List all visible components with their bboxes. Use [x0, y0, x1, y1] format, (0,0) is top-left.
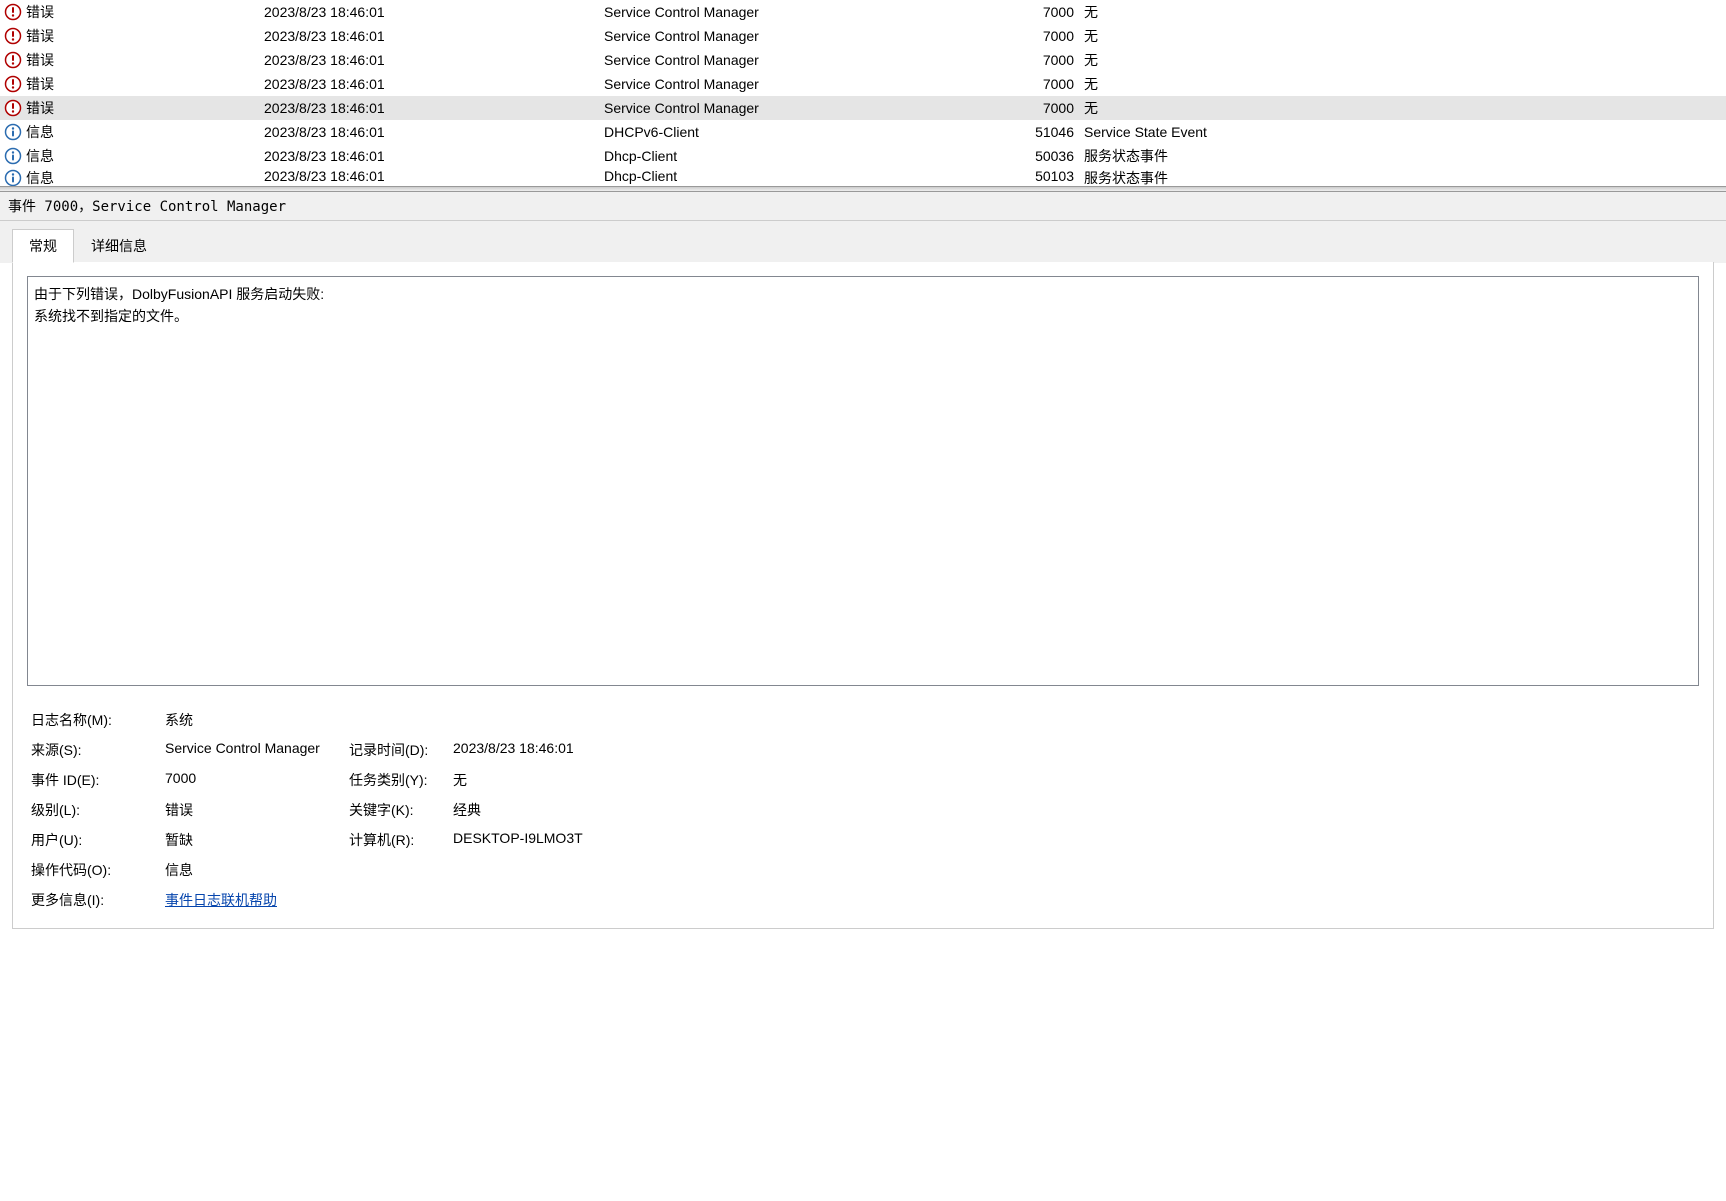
event-row[interactable]: 错误 2023/8/23 18:46:01Service Control Mana… — [0, 72, 1726, 96]
label-task-category: 任务类别(Y): — [349, 770, 449, 790]
tab-general[interactable]: 常规 — [12, 229, 74, 263]
label-logged: 记录时间(D): — [349, 740, 449, 760]
label-keywords: 关键字(K): — [349, 800, 449, 820]
error-icon — [4, 99, 22, 117]
value-more-info: 事件日志联机帮助 — [165, 890, 1695, 910]
event-row[interactable]: 错误 2023/8/23 18:46:01Service Control Mana… — [0, 96, 1726, 120]
label-source: 来源(S): — [31, 740, 161, 760]
event-level-text: 错误 — [26, 74, 54, 94]
event-properties-grid: 日志名称(M): 系统 来源(S): Service Control Manag… — [27, 706, 1699, 914]
event-id: 50036 — [974, 148, 1084, 164]
value-keywords: 经典 — [453, 800, 1695, 820]
value-log-name: 系统 — [165, 710, 1695, 730]
event-row[interactable]: 信息 2023/8/23 18:46:01Dhcp-Client50103服务状态… — [0, 168, 1726, 186]
event-id: 7000 — [974, 76, 1084, 92]
event-level-text: 错误 — [26, 2, 54, 22]
event-source: Service Control Manager — [604, 76, 974, 92]
value-source: Service Control Manager — [165, 740, 345, 760]
label-event-id: 事件 ID(E): — [31, 770, 161, 790]
event-date: 2023/8/23 18:46:01 — [264, 168, 604, 184]
event-category: 无 — [1084, 74, 1726, 94]
value-task-category: 无 — [453, 770, 1695, 790]
label-user: 用户(U): — [31, 830, 161, 850]
label-opcode: 操作代码(O): — [31, 860, 161, 880]
event-date: 2023/8/23 18:46:01 — [264, 28, 604, 44]
event-row[interactable]: 信息 2023/8/23 18:46:01Dhcp-Client50036服务状态… — [0, 144, 1726, 168]
event-level-text: 错误 — [26, 98, 54, 118]
event-source: Service Control Manager — [604, 100, 974, 116]
event-detail-header: 事件 7000，Service Control Manager — [0, 192, 1726, 221]
event-category: 服务状态事件 — [1084, 146, 1726, 166]
info-icon — [4, 169, 22, 186]
event-source: Service Control Manager — [604, 4, 974, 20]
event-category: 服务状态事件 — [1084, 168, 1726, 186]
label-computer: 计算机(R): — [349, 830, 449, 850]
event-date: 2023/8/23 18:46:01 — [264, 4, 604, 20]
event-level-text: 信息 — [26, 146, 54, 166]
value-opcode: 信息 — [165, 860, 1695, 880]
event-id: 7000 — [974, 4, 1084, 20]
value-event-id: 7000 — [165, 770, 345, 790]
event-log-online-help-link[interactable]: 事件日志联机帮助 — [165, 892, 277, 908]
value-user: 暂缺 — [165, 830, 345, 850]
value-computer: DESKTOP-I9LMO3T — [453, 830, 1695, 850]
event-source: Service Control Manager — [604, 28, 974, 44]
event-level-text: 错误 — [26, 50, 54, 70]
event-row[interactable]: 错误 2023/8/23 18:46:01Service Control Mana… — [0, 0, 1726, 24]
event-date: 2023/8/23 18:46:01 — [264, 52, 604, 68]
event-row[interactable]: 信息 2023/8/23 18:46:01DHCPv6-Client51046Se… — [0, 120, 1726, 144]
event-id: 50103 — [974, 168, 1084, 184]
event-id: 7000 — [974, 52, 1084, 68]
info-icon — [4, 123, 22, 141]
event-level-text: 错误 — [26, 26, 54, 46]
event-id: 7000 — [974, 100, 1084, 116]
error-icon — [4, 27, 22, 45]
info-icon — [4, 147, 22, 165]
event-category: 无 — [1084, 2, 1726, 22]
label-more-info: 更多信息(I): — [31, 890, 161, 910]
detail-tabs: 常规 详细信息 — [0, 221, 1726, 263]
event-source: Dhcp-Client — [604, 168, 974, 184]
tab-details[interactable]: 详细信息 — [74, 229, 164, 263]
event-level-text: 信息 — [26, 122, 54, 142]
error-icon — [4, 51, 22, 69]
event-row[interactable]: 错误 2023/8/23 18:46:01Service Control Mana… — [0, 24, 1726, 48]
event-date: 2023/8/23 18:46:01 — [264, 76, 604, 92]
event-date: 2023/8/23 18:46:01 — [264, 124, 604, 140]
event-category: Service State Event — [1084, 124, 1726, 140]
event-source: Dhcp-Client — [604, 148, 974, 164]
value-level: 错误 — [165, 800, 345, 820]
event-category: 无 — [1084, 50, 1726, 70]
event-id: 51046 — [974, 124, 1084, 140]
tab-panel-general: 由于下列错误，DolbyFusionAPI 服务启动失败: 系统找不到指定的文件… — [12, 262, 1714, 929]
event-row[interactable]: 错误 2023/8/23 18:46:01Service Control Mana… — [0, 48, 1726, 72]
error-icon — [4, 3, 22, 21]
event-category: 无 — [1084, 98, 1726, 118]
event-description: 由于下列错误，DolbyFusionAPI 服务启动失败: 系统找不到指定的文件… — [27, 276, 1699, 686]
event-list[interactable]: 错误2023/8/23 18:46:01Service Control Mana… — [0, 0, 1726, 186]
event-id: 7000 — [974, 28, 1084, 44]
label-level: 级别(L): — [31, 800, 161, 820]
event-source: Service Control Manager — [604, 52, 974, 68]
event-category: 无 — [1084, 26, 1726, 46]
event-date: 2023/8/23 18:46:01 — [264, 148, 604, 164]
event-date: 2023/8/23 18:46:01 — [264, 100, 604, 116]
value-logged: 2023/8/23 18:46:01 — [453, 740, 1695, 760]
label-log-name: 日志名称(M): — [31, 710, 161, 730]
error-icon — [4, 75, 22, 93]
event-source: DHCPv6-Client — [604, 124, 974, 140]
event-level-text: 信息 — [26, 168, 54, 186]
